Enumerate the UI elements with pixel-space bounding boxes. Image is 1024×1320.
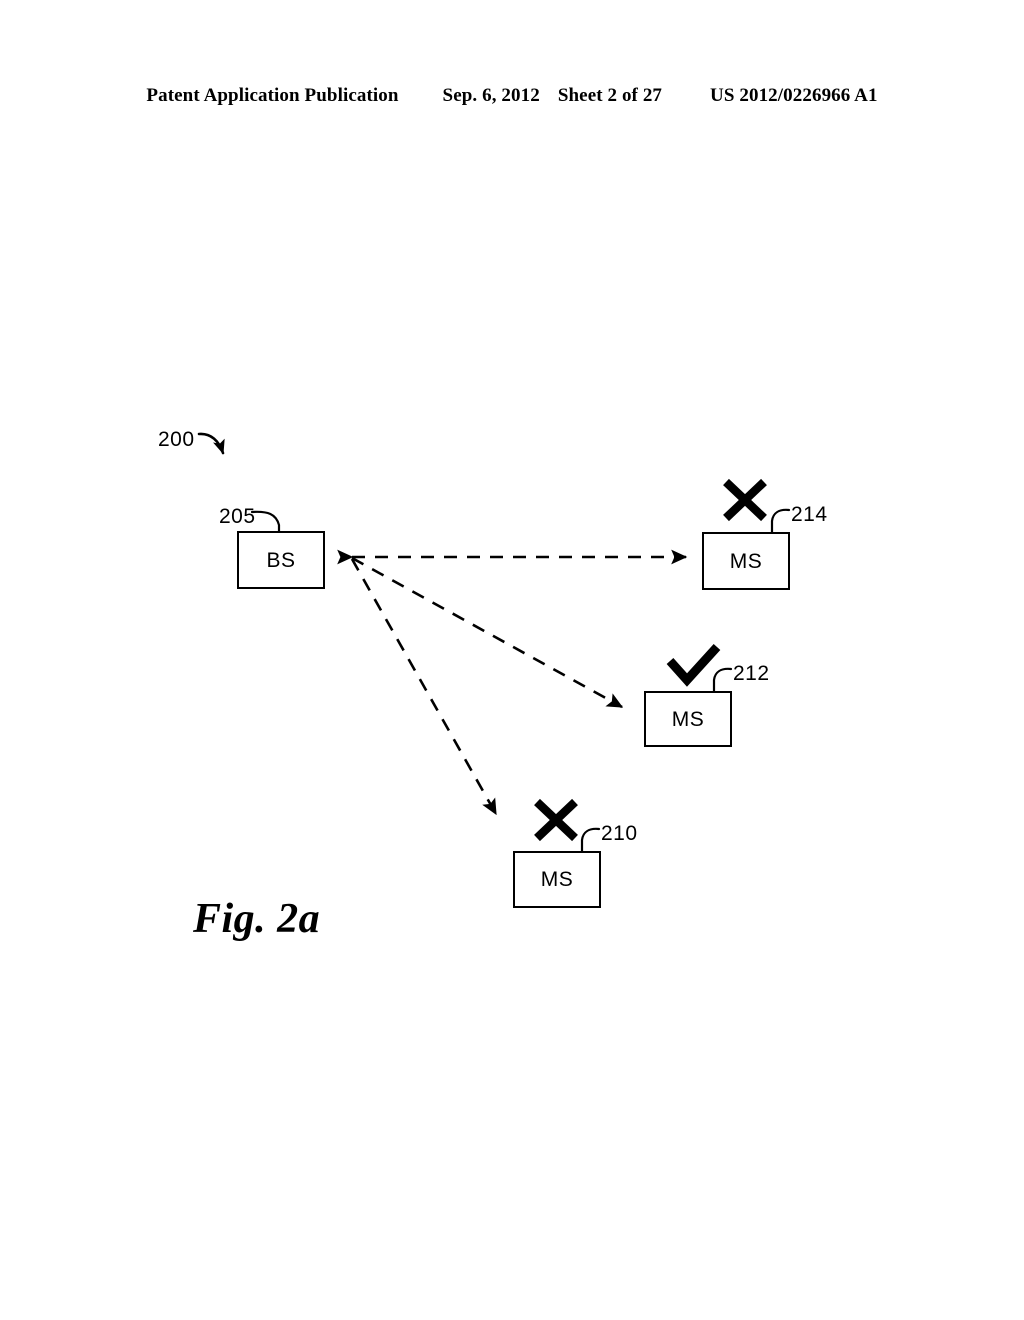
cross-icon-ms-210 — [534, 798, 578, 842]
figure-vector-layer — [197, 432, 791, 853]
node-mobile-station-214: MS — [702, 532, 790, 590]
ref-numeral-214: 214 — [791, 503, 828, 526]
node-label-ms-212: MS — [671, 707, 705, 731]
check-icon-ms-212 — [666, 643, 721, 687]
node-label-ms-210: MS — [540, 868, 574, 891]
figure-2a: BS MS MS MS 200 205 214 212 210 Fig. 2a — [0, 0, 1024, 1320]
node-mobile-station-210: MS — [513, 851, 601, 908]
ref-numeral-205: 205 — [219, 505, 256, 528]
figure-caption: Fig. 2a — [193, 896, 321, 942]
ref-numeral-210: 210 — [601, 822, 638, 845]
ref-numeral-212: 212 — [733, 662, 770, 685]
node-label-ms-214: MS — [729, 549, 763, 573]
leader-line-210 — [580, 827, 601, 853]
ref-numeral-200: 200 — [158, 428, 195, 451]
leader-line-214 — [770, 508, 791, 534]
system-ref-pointer-arrow — [197, 432, 225, 455]
cross-icon-ms-214 — [723, 478, 767, 522]
leader-line-205 — [250, 510, 281, 533]
link-bs-to-ms-212 — [351, 556, 624, 709]
link-bs-to-ms-210 — [350, 558, 498, 816]
node-mobile-station-212: MS — [644, 691, 732, 747]
node-label-bs: BS — [266, 548, 296, 572]
leader-line-212 — [712, 667, 733, 693]
node-base-station: BS — [237, 531, 325, 589]
